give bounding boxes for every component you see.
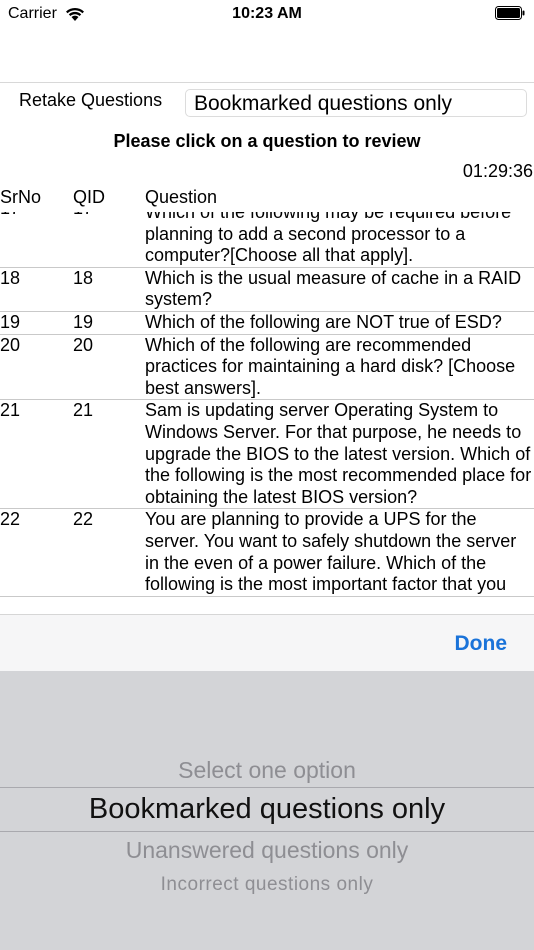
picker-option-unanswered[interactable]: Unanswered questions only: [0, 837, 534, 864]
done-button[interactable]: Done: [455, 632, 508, 656]
row-srno: 17: [0, 212, 60, 220]
table-row[interactable]: 17 17 Which of the following may be requ…: [0, 212, 534, 268]
row-question: Sam is updating server Operating System …: [145, 400, 532, 507]
clock: 10:23 AM: [232, 5, 302, 22]
row-question: Which of the following are NOT true of E…: [145, 311, 502, 332]
status-bar: Carrier 10:23 AM: [0, 0, 534, 30]
row-srno: 18: [0, 267, 21, 288]
row-qid: 22: [73, 509, 94, 530]
selection-indicator-top: [0, 787, 534, 788]
row-qid: 20: [73, 334, 94, 355]
timer: 01:29:36: [462, 161, 533, 181]
row-srno: 22: [0, 509, 21, 530]
picker-option-incorrect[interactable]: Incorrect questions only: [0, 874, 534, 896]
selection-indicator-bottom: [0, 831, 534, 832]
table-row[interactable]: 21 21 Sam is updating server Operating S…: [0, 400, 534, 510]
row-srno: 21: [0, 400, 21, 421]
question-mode-field[interactable]: Bookmarked questions only: [185, 89, 527, 117]
row-qid: 18: [73, 267, 94, 288]
row-qid: 21: [73, 400, 94, 421]
row-question: Which is the usual measure of cache in a…: [145, 267, 522, 310]
picker-option-bookmarked[interactable]: Bookmarked questions only: [0, 793, 534, 826]
row-question: Which of the following may be required b…: [145, 212, 512, 266]
row-question: Which of the following are recommended p…: [145, 334, 516, 398]
battery-icon: [495, 6, 525, 20]
table-row[interactable]: 22 22 You are planning to provide a UPS …: [0, 509, 534, 597]
table-row[interactable]: 18 18 Which is the usual measure of cach…: [0, 268, 534, 312]
table-row[interactable]: 20 20 Which of the following are recomme…: [0, 335, 534, 401]
row-srno: 19: [0, 311, 21, 332]
picker-option-select-one[interactable]: Select one option: [0, 757, 534, 784]
column-qid: QID: [73, 187, 106, 207]
row-question: You are planning to provide a UPS for th…: [145, 509, 517, 595]
row-srno: 20: [0, 334, 21, 355]
option-picker[interactable]: Select one option Bookmarked questions o…: [0, 671, 534, 950]
nav-divider: [0, 82, 534, 83]
review-instruction: Please click on a question to review: [113, 131, 421, 151]
table-row[interactable]: 19 19 Which of the following are NOT tru…: [0, 312, 534, 335]
picker-toolbar: Done: [0, 614, 534, 672]
question-table[interactable]: 17 17 Which of the following may be requ…: [0, 212, 534, 614]
retake-questions-label: Retake Questions: [19, 90, 163, 110]
row-qid: 19: [73, 311, 94, 332]
row-qid: 17: [73, 212, 133, 220]
table-header: SrNo QID Question: [0, 187, 534, 211]
column-question: Question: [145, 187, 218, 207]
column-srno: SrNo: [0, 187, 42, 207]
